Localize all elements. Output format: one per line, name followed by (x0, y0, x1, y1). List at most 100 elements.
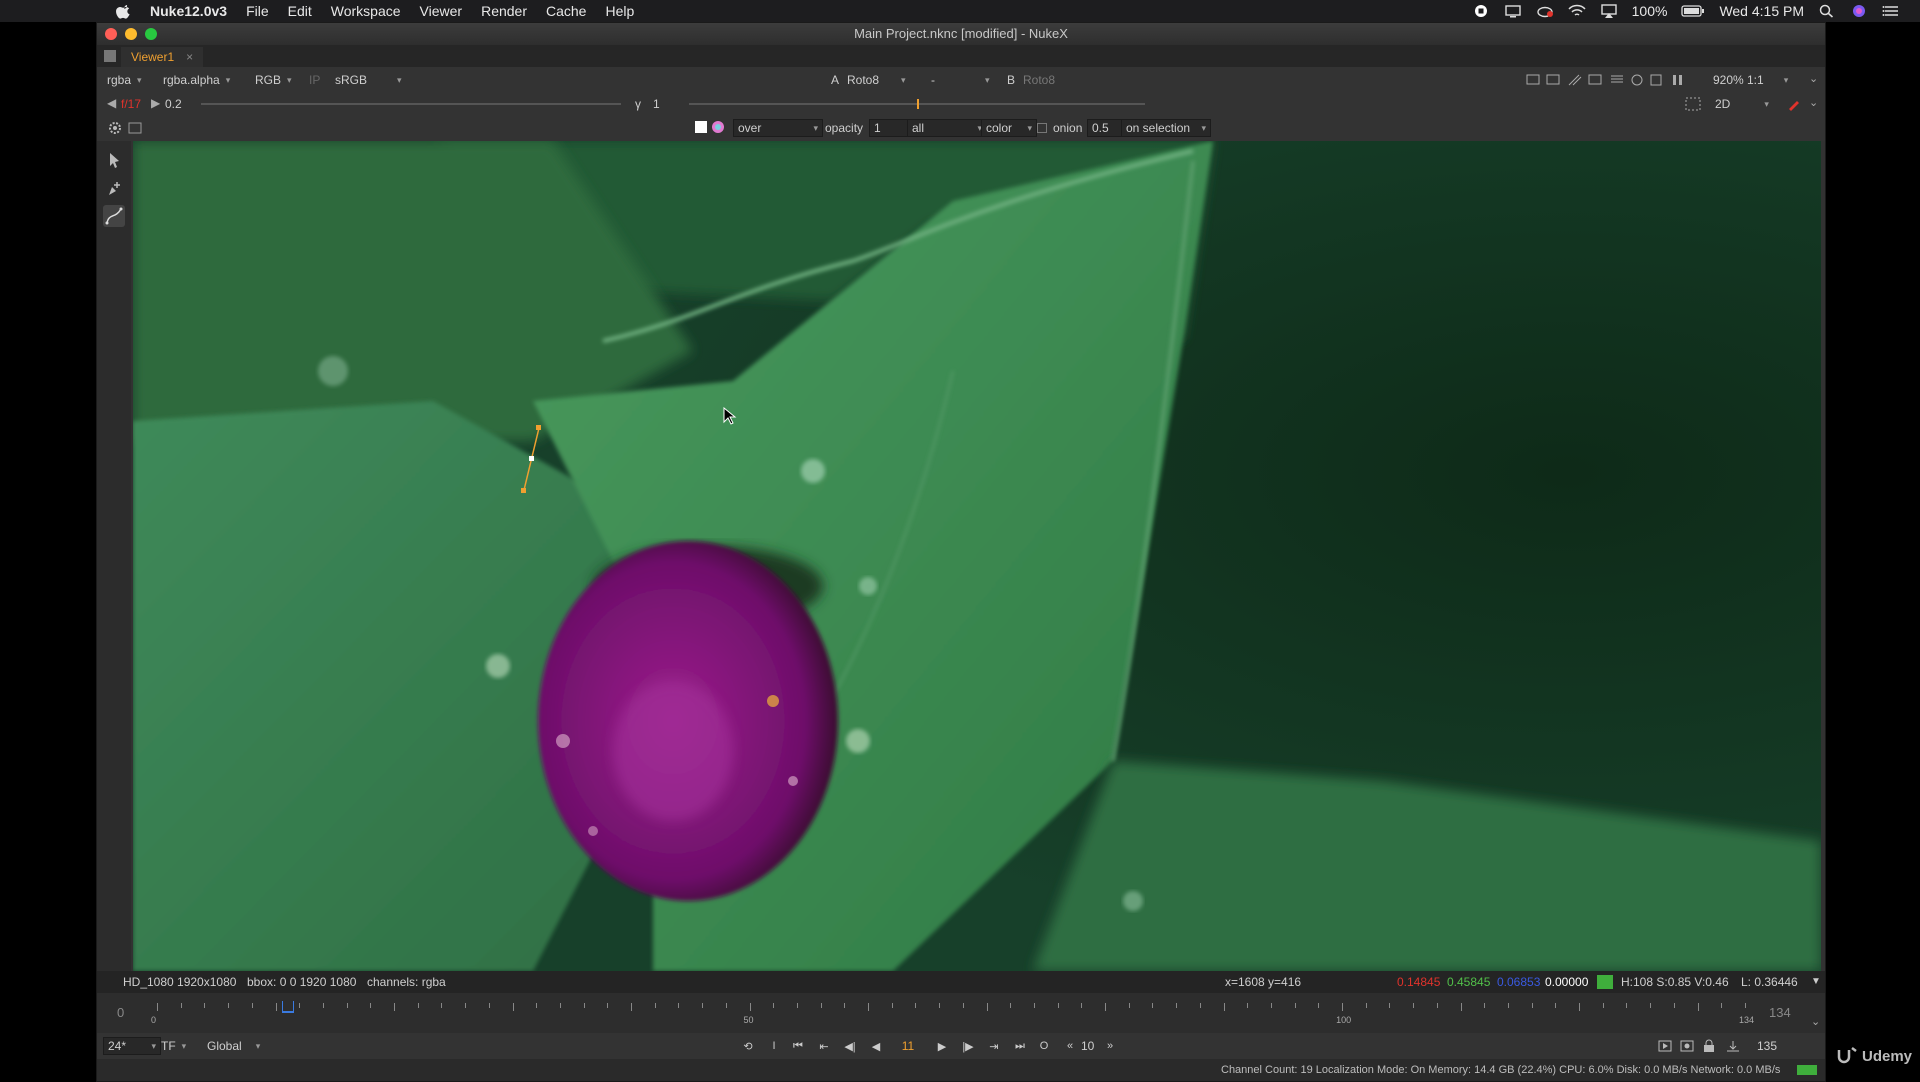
play-backward-button[interactable]: ◀ (865, 1037, 887, 1055)
channels-dropdown[interactable]: rgba ▾ (107, 71, 142, 89)
timeline-track[interactable]: 0 50 100 134 (151, 1001, 1754, 1025)
opacity-field[interactable]: 1 (869, 119, 909, 137)
expand-toolbar-icon[interactable]: ⌄ (1809, 72, 1818, 85)
alpha-channel-dropdown[interactable]: rgba.alpha ▾ (163, 71, 230, 89)
timecode-dropdown[interactable]: TF ▾ (161, 1037, 186, 1055)
b-input-dropdown[interactable]: Roto8 (1023, 71, 1055, 89)
record-icon[interactable] (1472, 4, 1490, 18)
menu-app-name[interactable]: Nuke12.0v3 (150, 3, 227, 19)
timeline-tick-label: 134 (1739, 1015, 1755, 1025)
display-mirror-icon[interactable] (1504, 4, 1522, 18)
gain-slider[interactable] (201, 103, 621, 105)
frame-increment-field[interactable]: 10 (1081, 1037, 1094, 1055)
timeline-tick (488, 1003, 490, 1008)
viewer-canvas[interactable] (133, 141, 1821, 971)
display-channel-dropdown[interactable]: RGB ▾ (255, 71, 292, 89)
playback-mode-button[interactable]: ⟲ (737, 1037, 759, 1055)
airplay-icon[interactable] (1600, 4, 1618, 18)
selection-mode-dropdown[interactable]: on selection ▾ (1121, 119, 1211, 137)
color-wheel-icon[interactable] (711, 120, 725, 134)
skip-forward-increment-button[interactable]: » (1099, 1037, 1121, 1055)
last-frame-button[interactable]: ⏭ (1009, 1037, 1031, 1055)
fps-dropdown[interactable]: 24* ▾ (103, 1037, 161, 1055)
bezier-handle-overlay[interactable] (133, 141, 1821, 971)
tangent-handle-top[interactable] (536, 425, 541, 430)
fstop-decrement-icon[interactable]: ◀ (107, 96, 116, 110)
gamma-slider-handle[interactable] (917, 99, 919, 109)
timeline-tick (1389, 1003, 1391, 1008)
creative-cloud-icon[interactable] (1536, 4, 1554, 18)
menu-edit[interactable]: Edit (288, 3, 312, 19)
next-keyframe-button[interactable]: ⇥ (983, 1037, 1005, 1055)
panel-menu-icon[interactable] (103, 49, 117, 63)
end-frame-field[interactable]: 135 (1757, 1037, 1777, 1055)
cursor-coords: x=1608 y=416 (1225, 975, 1302, 989)
timeline-playhead[interactable] (282, 1001, 295, 1013)
timeline-start-frame[interactable]: 0 (117, 1005, 124, 1020)
timeline-end-frame[interactable]: 134 (1769, 1005, 1791, 1020)
spotlight-icon[interactable] (1818, 4, 1836, 18)
expand-timeline-icon[interactable]: ⌄ (1811, 1015, 1820, 1028)
current-frame-field[interactable]: 11 (893, 1037, 923, 1055)
menu-viewer[interactable]: Viewer (420, 3, 463, 19)
gain-value[interactable]: 0.2 (165, 97, 182, 111)
viewer-lock-icons[interactable] (1657, 1039, 1743, 1053)
select-tool-button[interactable] (103, 149, 125, 171)
a-input-dropdown[interactable]: Roto8 ▾ (847, 71, 927, 89)
out-point-button[interactable]: O (1033, 1037, 1055, 1055)
menu-help[interactable]: Help (605, 3, 634, 19)
menu-render[interactable]: Render (481, 3, 527, 19)
menubar-clock[interactable]: Wed 4:15 PM (1719, 3, 1804, 19)
timeline-tick (204, 1003, 206, 1008)
close-window-button[interactable] (105, 28, 117, 40)
bezier-tool-button[interactable] (103, 205, 125, 227)
wifi-icon[interactable] (1568, 4, 1586, 18)
menu-workspace[interactable]: Workspace (331, 3, 401, 19)
premult-dropdown[interactable]: color ▾ (981, 119, 1037, 137)
fstop-value[interactable]: f/17 (121, 97, 141, 111)
proxy-ratio-dropdown[interactable]: 1:1 ▾ (1747, 71, 1788, 89)
in-point-button[interactable]: I (763, 1037, 785, 1055)
wipe-mode-dropdown[interactable]: - ▾ (931, 71, 991, 89)
menu-file[interactable]: File (246, 3, 269, 19)
add-points-tool-button[interactable] (103, 177, 125, 199)
lut-dropdown[interactable]: sRGB ▾ (335, 71, 402, 89)
view-mode-dropdown[interactable]: 2D ▾ (1715, 95, 1769, 113)
menu-cache[interactable]: Cache (546, 3, 586, 19)
zoom-window-button[interactable] (145, 28, 157, 40)
first-frame-button[interactable]: ⏮ (787, 1037, 809, 1055)
previous-keyframe-button[interactable]: ⇤ (813, 1037, 835, 1055)
timeline-tick (1342, 1003, 1344, 1011)
zoom-level[interactable]: 920% (1713, 71, 1744, 89)
apple-icon[interactable] (116, 3, 132, 19)
play-forward-button[interactable]: ▶ (931, 1037, 953, 1055)
step-forward-button[interactable]: |▶ (957, 1037, 979, 1055)
minimize-window-button[interactable] (125, 28, 137, 40)
expand-exposure-icon[interactable]: ⌄ (1809, 96, 1818, 109)
viewer-options-icons[interactable] (1525, 73, 1695, 87)
output-dropdown[interactable]: all ▾ (907, 119, 987, 137)
tangent-handle-bottom[interactable] (521, 488, 526, 493)
close-tab-icon[interactable]: × (186, 50, 193, 64)
bezier-point[interactable] (529, 456, 534, 461)
onion-label: onion (1053, 121, 1083, 135)
ip-button[interactable]: IP (309, 71, 320, 89)
gain-increment-icon[interactable]: ▶ (151, 96, 160, 110)
roto-transform-icon[interactable] (127, 120, 143, 136)
frame-range-dropdown[interactable]: Global ▾ (207, 1037, 260, 1055)
step-back-button[interactable]: ◀| (839, 1037, 861, 1055)
tab-viewer1[interactable]: Viewer1 × (121, 47, 204, 67)
siri-icon[interactable] (1850, 4, 1868, 18)
timeline[interactable]: 0 0 50 100 134 134 ⌄ (97, 993, 1825, 1033)
infobar-menu-icon[interactable]: ▼ (1811, 971, 1821, 993)
roto-settings-gear-icon[interactable] (107, 120, 123, 136)
paint-pick-icon[interactable] (1787, 97, 1801, 111)
roi-icon[interactable] (1685, 97, 1701, 111)
battery-icon[interactable] (1681, 4, 1705, 18)
notification-center-icon[interactable] (1882, 4, 1900, 18)
shape-color-swatch[interactable] (695, 121, 707, 133)
blend-mode-dropdown[interactable]: over ▾ (733, 119, 823, 137)
skip-back-increment-button[interactable]: « (1059, 1037, 1081, 1055)
gamma-value[interactable]: 1 (653, 97, 660, 111)
onion-checkbox[interactable] (1037, 123, 1047, 133)
